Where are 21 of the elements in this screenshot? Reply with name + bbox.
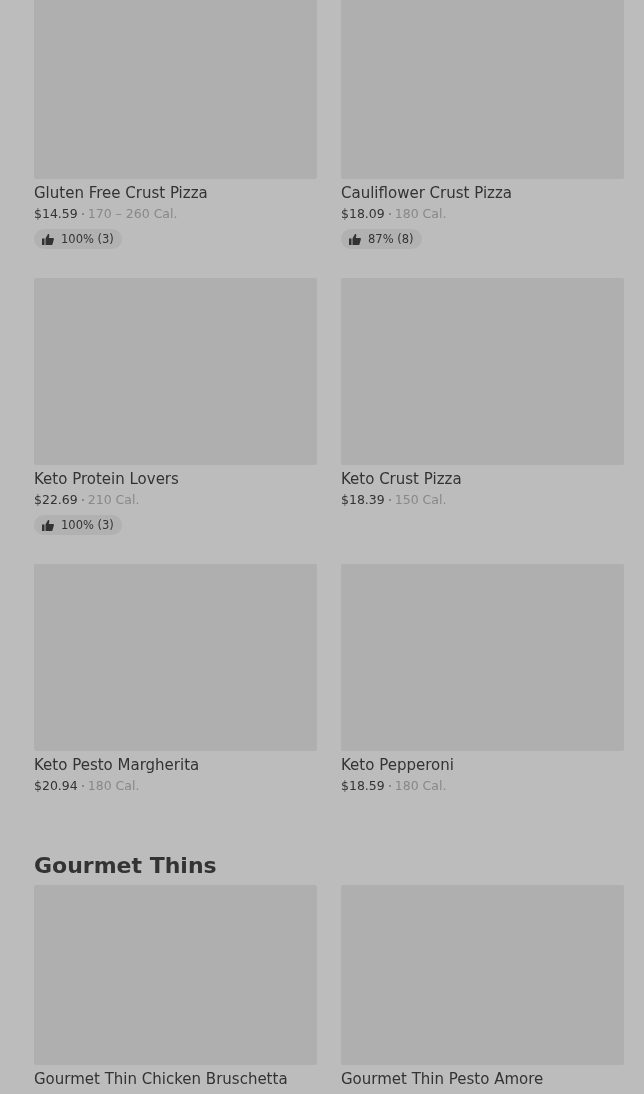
item-price: $20.94 [34,778,78,794]
thumbs-up-icon [42,233,54,245]
item-name[interactable]: Keto Crust Pizza [341,470,624,489]
item-price: $18.09 [341,206,385,222]
item-price: $14.59 [34,206,78,222]
thumbs-up-icon [42,519,54,531]
rating-text: 100% (3) [61,232,114,246]
item-name[interactable]: Cauliflower Crust Pizza [341,184,624,203]
thumbs-up-icon [349,233,361,245]
rating-text: 100% (3) [61,518,114,532]
section-heading: Gourmet Thins [34,852,218,880]
item-price: $18.39 [341,492,385,508]
rating-text: 87% (8) [368,232,414,246]
item-name[interactable]: Keto Pesto Margherita [34,756,317,775]
item-price: $22.69 [34,492,78,508]
item-name[interactable]: Gourmet Thin Pesto Amore [341,1070,624,1089]
item-price: $18.59 [341,778,385,794]
item-name[interactable]: Gourmet Thin Chicken Bruschetta [34,1070,317,1089]
item-name[interactable]: Keto Pepperoni [341,756,624,775]
item-name[interactable]: Keto Protein Lovers [34,470,317,489]
item-name[interactable]: Gluten Free Crust Pizza [34,184,317,203]
